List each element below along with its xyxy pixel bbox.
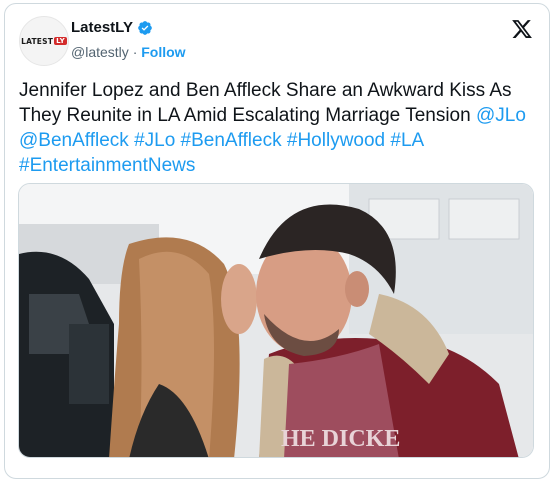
tweet-media-photo[interactable]: HE DICKE	[18, 183, 534, 458]
avatar-logo: LATEST LY	[21, 37, 67, 46]
mention-benaffleck[interactable]: @BenAffleck	[19, 130, 129, 151]
avatar[interactable]: LATEST LY	[19, 16, 69, 66]
verified-badge-icon	[138, 20, 152, 35]
mention-jlo[interactable]: @JLo	[476, 105, 526, 126]
tweet-text: Jennifer Lopez and Ben Affleck Share an …	[19, 78, 539, 178]
x-logo-icon[interactable]	[511, 18, 533, 40]
tweet-body: Jennifer Lopez and Ben Affleck Share an …	[19, 80, 512, 126]
follow-button[interactable]: Follow	[141, 44, 185, 60]
separator: ·	[132, 44, 138, 60]
hashtag-hollywood[interactable]: #Hollywood	[287, 130, 385, 151]
hashtag-entertainmentnews[interactable]: #EntertainmentNews	[19, 155, 195, 176]
shirt-print-text: HE DICKE	[281, 426, 400, 452]
handle-row: @latestly · Follow	[71, 44, 186, 60]
hashtag-jlo[interactable]: #JLo	[134, 130, 175, 151]
handle[interactable]: @latestly	[71, 44, 129, 60]
photo-illustration: HE DICKE	[19, 184, 533, 457]
author-name-row: LatestLY	[71, 19, 153, 36]
display-name[interactable]: LatestLY	[71, 19, 133, 36]
tweet-card: LATEST LY LatestLY @latestly · Follow Jen…	[4, 3, 550, 479]
avatar-logo-badge: LY	[54, 37, 67, 45]
hashtag-benaffleck[interactable]: #BenAffleck	[181, 130, 282, 151]
hashtag-la[interactable]: #LA	[390, 130, 423, 151]
avatar-logo-text: LATEST	[21, 36, 54, 46]
